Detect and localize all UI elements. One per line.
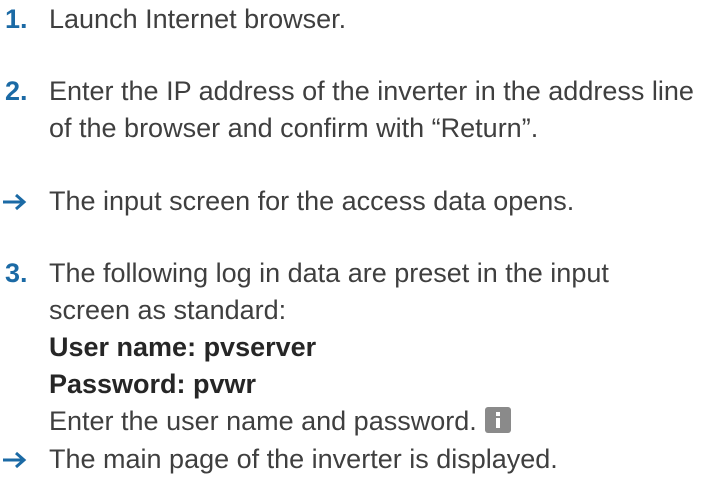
right-arrow-icon bbox=[2, 183, 42, 220]
step-1: 1. Launch Internet browser. bbox=[0, 1, 728, 38]
step-number: 3. bbox=[5, 258, 28, 288]
step-text-line-2: of the browser and confirm with “Return”… bbox=[49, 113, 539, 143]
result-text: The main page of the inverter is display… bbox=[49, 444, 558, 474]
instruction-text: Enter the user name and password. bbox=[49, 406, 477, 436]
step-2: 2. Enter the IP address of the inverter … bbox=[0, 73, 728, 147]
right-arrow-icon bbox=[2, 441, 42, 478]
result-2: The main page of the inverter is display… bbox=[0, 441, 728, 478]
result-text: The input screen for the access data ope… bbox=[49, 186, 575, 216]
password-value: Password: pvwr bbox=[49, 369, 257, 399]
step-text-line-1: Enter the IP address of the inverter in … bbox=[49, 76, 694, 106]
username-value: User name: pvserver bbox=[49, 332, 317, 362]
step-text-line-1: The following log in data are preset in … bbox=[49, 258, 609, 288]
step-text: Launch Internet browser. bbox=[49, 4, 347, 34]
step-text-line-2: screen as standard: bbox=[49, 295, 287, 325]
step-number: 1. bbox=[5, 4, 28, 34]
step-number: 2. bbox=[5, 76, 28, 106]
step-3: 3. The following log in data are preset … bbox=[0, 255, 728, 440]
info-icon[interactable] bbox=[484, 407, 511, 433]
result-1: The input screen for the access data ope… bbox=[0, 183, 728, 220]
instruction-line: Enter the user name and password. bbox=[49, 403, 728, 440]
